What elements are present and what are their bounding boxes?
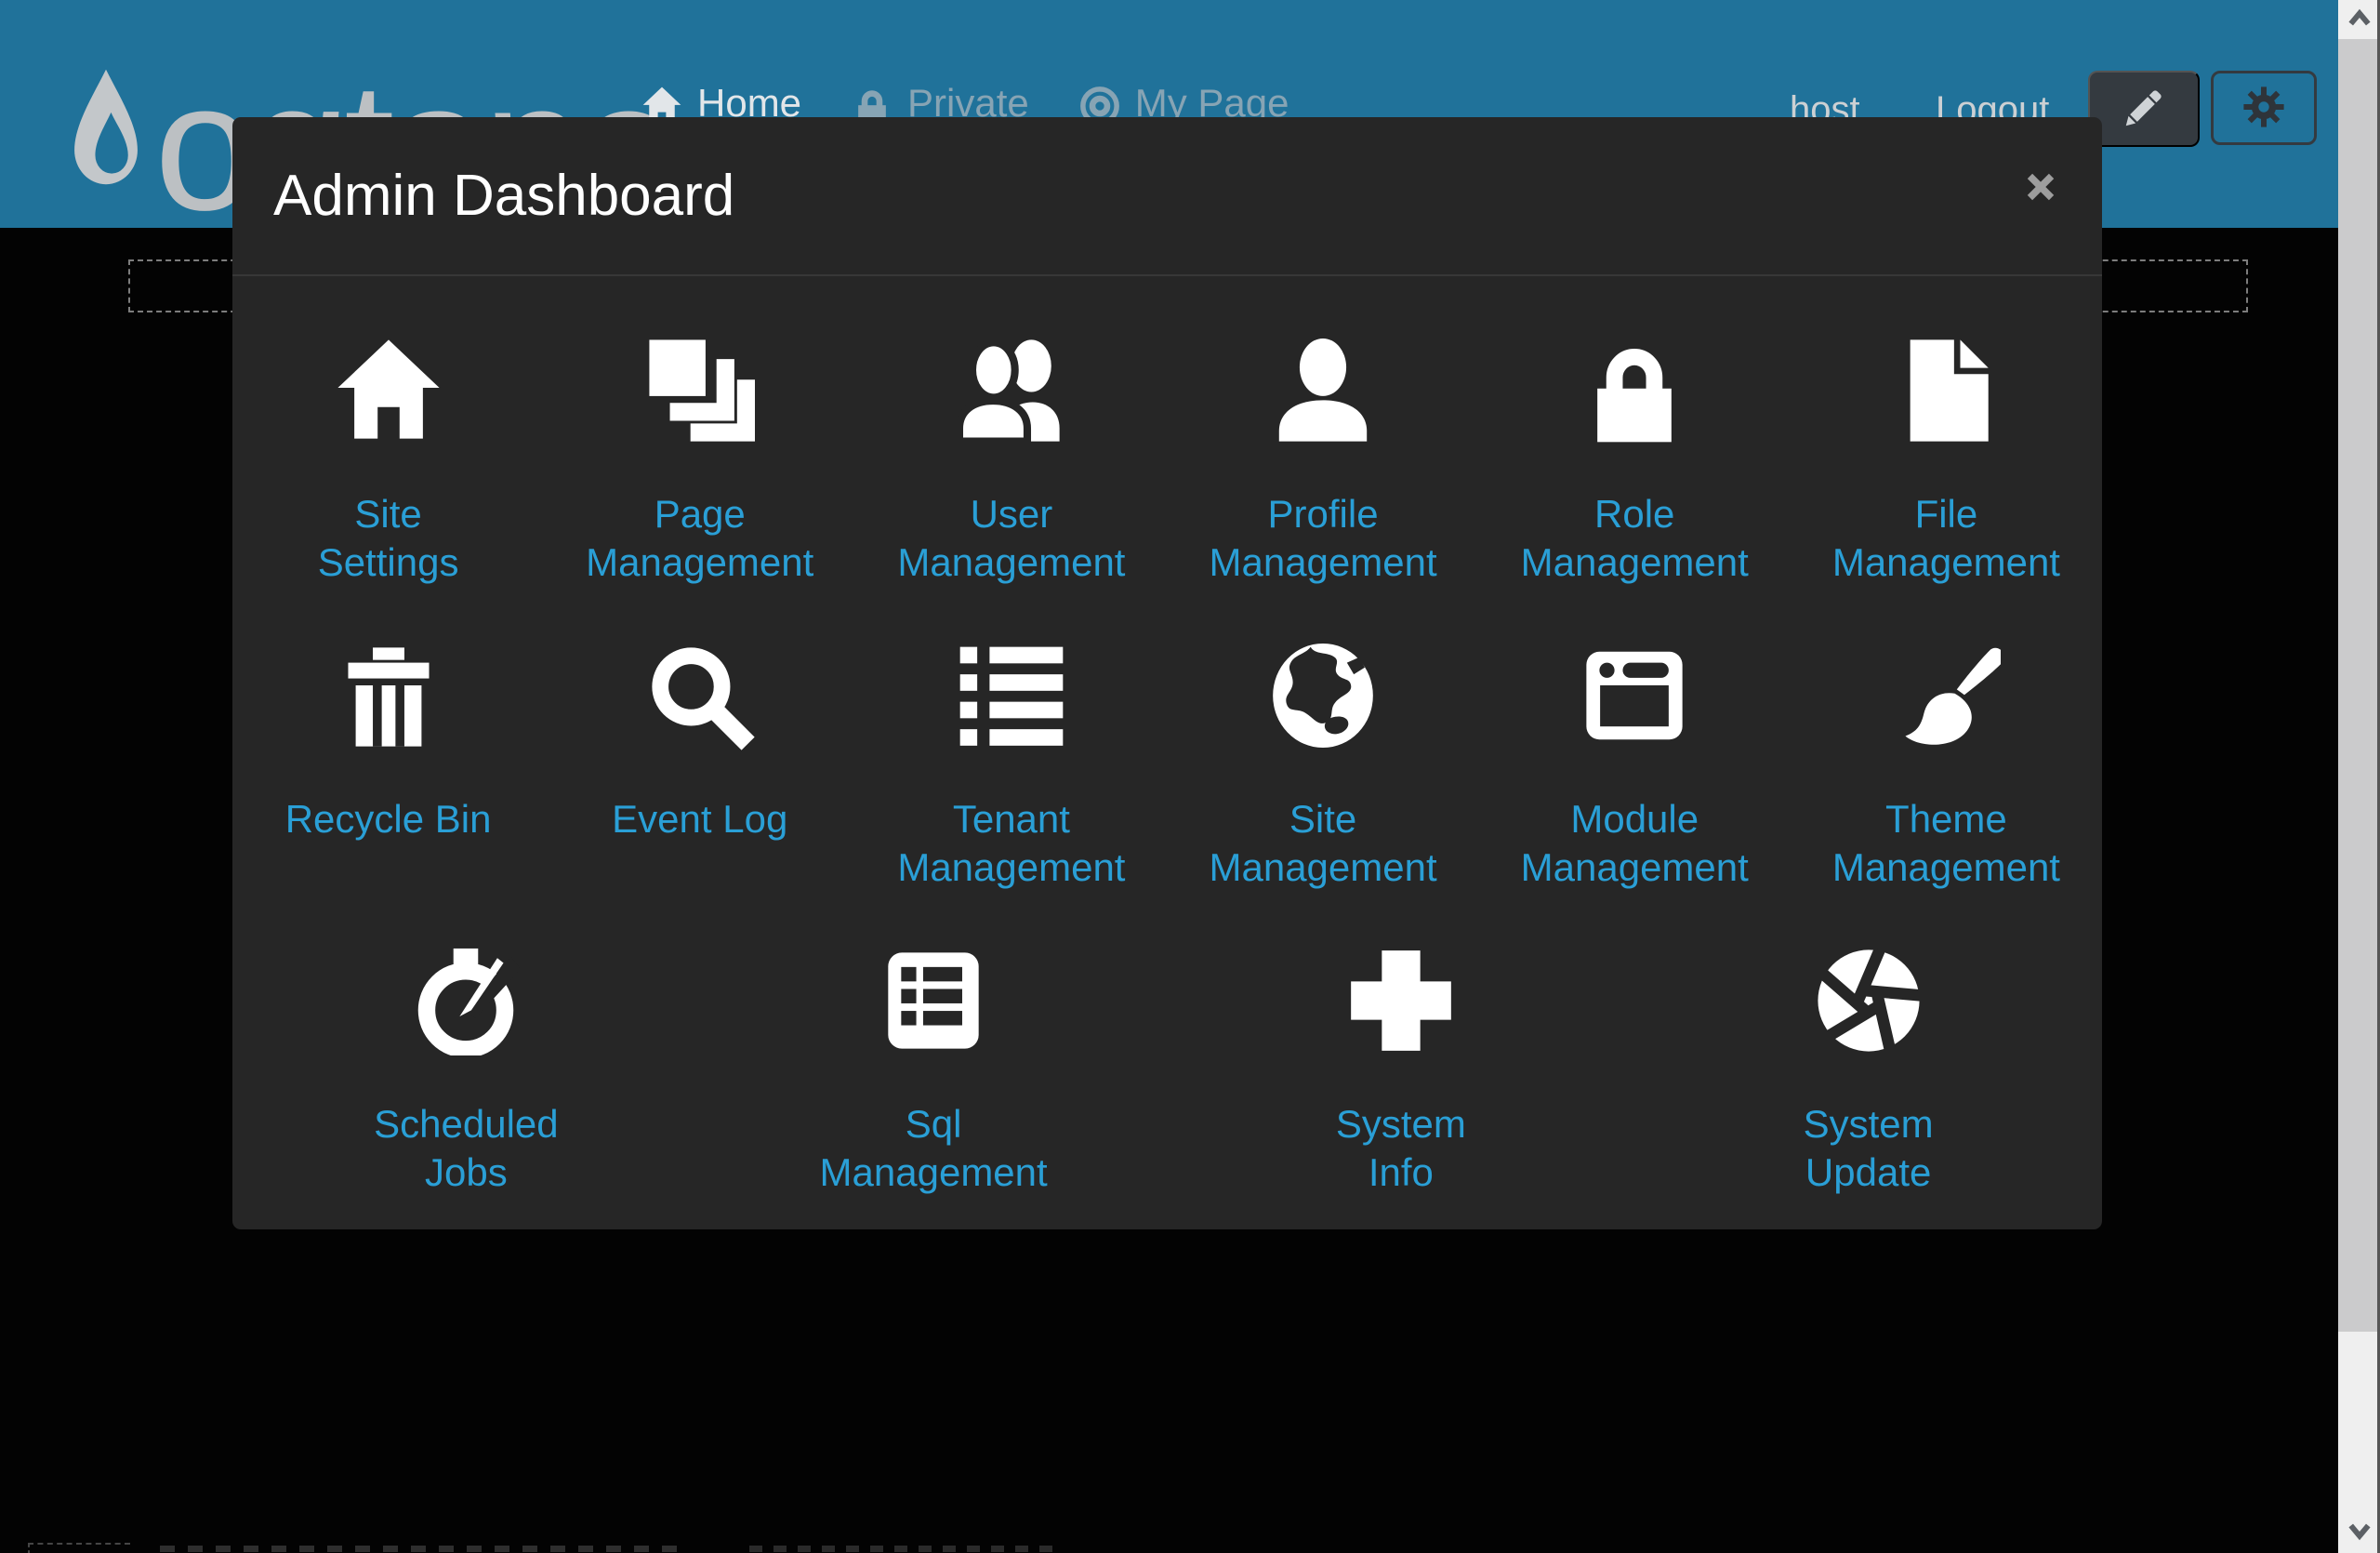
tile-row: ScheduledJobs SqlManagement SystemInfo Syst… bbox=[232, 944, 2102, 1197]
admin-tile-event-log[interactable]: Event Log bbox=[544, 639, 855, 892]
screen: oqtane HomePrivateMy Page host Logout Ad… bbox=[0, 0, 2380, 1553]
admin-tile-scheduled-jobs[interactable]: ScheduledJobs bbox=[232, 944, 700, 1197]
tile-label: Recycle Bin bbox=[285, 795, 492, 843]
admin-tile-user-management[interactable]: UserManagement bbox=[855, 334, 1167, 587]
list-icon bbox=[957, 639, 1066, 752]
aperture-icon bbox=[1814, 944, 1924, 1057]
file-icon bbox=[1891, 334, 2001, 447]
browser-icon bbox=[1580, 639, 1689, 752]
pencil-icon bbox=[2123, 87, 2164, 131]
close-icon bbox=[2025, 171, 2056, 206]
tile-label: SiteManagement bbox=[1209, 795, 1436, 892]
brush-icon bbox=[1891, 639, 2001, 752]
tile-label: UserManagement bbox=[897, 490, 1125, 587]
admin-tile-role-management[interactable]: RoleManagement bbox=[1479, 334, 1791, 587]
scrollbar-thumb[interactable] bbox=[2338, 39, 2380, 1332]
admin-tile-file-management[interactable]: FileManagement bbox=[1791, 334, 2102, 587]
timer-icon bbox=[411, 944, 521, 1057]
tile-row: Recycle Bin Event Log TenantManagement Site… bbox=[232, 639, 2102, 892]
chevron-up-icon bbox=[2346, 6, 2373, 34]
tile-label: ScheduledJobs bbox=[374, 1100, 559, 1197]
admin-tile-site-management[interactable]: SiteManagement bbox=[1167, 639, 1478, 892]
admin-tile-page-management[interactable]: PageManagement bbox=[544, 334, 855, 587]
trash-icon bbox=[334, 639, 443, 752]
close-button[interactable] bbox=[2020, 167, 2061, 208]
tile-label: PageManagement bbox=[586, 490, 813, 587]
admin-dashboard-modal: Admin Dashboard SiteSettings PageManageme… bbox=[232, 117, 2102, 1229]
people-icon bbox=[957, 334, 1066, 447]
tile-label: SqlManagement bbox=[820, 1100, 1048, 1197]
admin-tile-system-info[interactable]: SystemInfo bbox=[1168, 944, 1635, 1197]
medical-cross-icon bbox=[1346, 944, 1456, 1057]
gear-icon bbox=[2241, 85, 2286, 132]
tile-label: ProfileManagement bbox=[1209, 490, 1436, 587]
magnifier-icon bbox=[645, 639, 755, 752]
brand-drop-icon[interactable] bbox=[67, 67, 145, 208]
modal-header: Admin Dashboard bbox=[232, 117, 2102, 276]
lock-icon bbox=[1580, 334, 1689, 447]
person-icon bbox=[1268, 334, 1378, 447]
settings-button[interactable] bbox=[2211, 71, 2317, 145]
tile-label: SystemInfo bbox=[1336, 1100, 1466, 1197]
tile-label: Event Log bbox=[612, 795, 787, 843]
globe-icon bbox=[1268, 639, 1378, 752]
tile-label: SystemUpdate bbox=[1804, 1100, 1934, 1197]
tile-label: SiteSettings bbox=[318, 490, 459, 587]
admin-tile-profile-management[interactable]: ProfileManagement bbox=[1167, 334, 1478, 587]
cutoff-pane-fragment bbox=[28, 1543, 130, 1553]
modal-title: Admin Dashboard bbox=[273, 163, 734, 229]
cutoff-text-fragment bbox=[749, 1546, 1056, 1552]
tile-label: ModuleManagement bbox=[1521, 795, 1749, 892]
admin-tile-grid: SiteSettings PageManagement UserManagement… bbox=[232, 276, 2102, 1197]
admin-tile-sql-management[interactable]: SqlManagement bbox=[700, 944, 1168, 1197]
layers-icon bbox=[645, 334, 755, 447]
admin-tile-module-management[interactable]: ModuleManagement bbox=[1479, 639, 1791, 892]
admin-tile-site-settings[interactable]: SiteSettings bbox=[232, 334, 544, 587]
admin-tile-tenant-management[interactable]: TenantManagement bbox=[855, 639, 1167, 892]
vertical-scrollbar[interactable] bbox=[2338, 0, 2380, 1553]
edit-mode-button[interactable] bbox=[2088, 71, 2200, 147]
tile-label: FileManagement bbox=[1832, 490, 2060, 587]
cutoff-text-fragment bbox=[160, 1546, 681, 1552]
home-icon bbox=[334, 334, 443, 447]
tile-label: TenantManagement bbox=[897, 795, 1125, 892]
tile-row: SiteSettings PageManagement UserManagement… bbox=[232, 334, 2102, 587]
spreadsheet-icon bbox=[879, 944, 988, 1057]
scroll-up-button[interactable] bbox=[2338, 0, 2380, 39]
chevron-down-icon bbox=[2346, 1520, 2373, 1548]
admin-tile-system-update[interactable]: SystemUpdate bbox=[1634, 944, 2102, 1197]
tile-label: RoleManagement bbox=[1521, 490, 1749, 587]
admin-tile-theme-management[interactable]: ThemeManagement bbox=[1791, 639, 2102, 892]
scroll-down-button[interactable] bbox=[2338, 1514, 2380, 1553]
admin-tile-recycle-bin[interactable]: Recycle Bin bbox=[232, 639, 544, 892]
tile-label: ThemeManagement bbox=[1832, 795, 2060, 892]
